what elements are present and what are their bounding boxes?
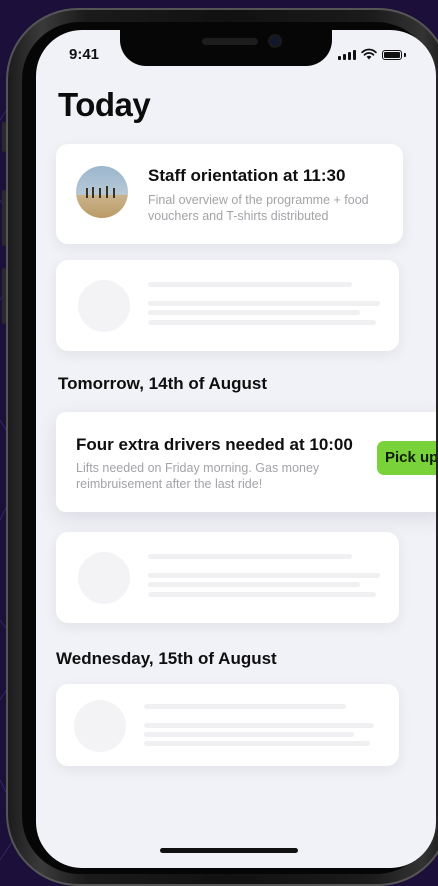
placeholder-line [148,582,360,587]
placeholder-avatar [74,700,126,752]
placeholder-line [148,320,376,325]
section-heading-wednesday: Wednesday, 15th of August [56,649,277,668]
wifi-icon [361,48,377,60]
camera-icon [270,36,280,46]
signal-icon [338,50,356,60]
notch [120,30,332,66]
event-card-staff-orientation[interactable]: Staff orientation at 11:30 Final overvie… [56,144,403,244]
event-title: Four extra drivers needed at 10:00 [76,435,353,454]
placeholder-card [56,532,399,623]
speaker-grille [202,38,258,45]
placeholder-line [148,301,380,306]
placeholder-line [148,310,360,315]
pick-up-button[interactable]: Pick up [377,441,436,475]
placeholder-line [144,732,354,737]
volume-down-button [2,190,6,246]
placeholder-line [148,592,376,597]
event-photo [76,166,128,218]
home-indicator[interactable] [160,848,298,853]
battery-tip [404,53,406,57]
side-button [2,268,6,324]
placeholder-line [144,741,370,746]
event-description: Final overview of the programme + food v… [148,193,369,223]
placeholder-avatar [78,280,130,332]
placeholder-card [56,260,399,351]
placeholder-avatar [78,552,130,604]
status-icons [338,48,406,60]
placeholder-card [56,684,399,766]
phone-screen: 9:41 Today Staff orientation at 11:30 Fi… [36,30,436,868]
event-title: Staff orientation at 11:30 [148,166,346,185]
status-time: 9:41 [69,46,100,63]
placeholder-line [148,282,352,287]
event-description: Lifts needed on Friday morning. Gas mone… [76,461,320,491]
placeholder-line [144,723,374,728]
placeholder-line [148,573,380,578]
placeholder-line [148,554,352,559]
volume-up-button [2,122,6,152]
battery-icon [382,50,402,60]
section-heading-tomorrow: Tomorrow, 14th of August [58,374,268,393]
page-title: Today [58,86,151,123]
placeholder-line [144,704,346,709]
people-silhouettes [86,186,115,198]
